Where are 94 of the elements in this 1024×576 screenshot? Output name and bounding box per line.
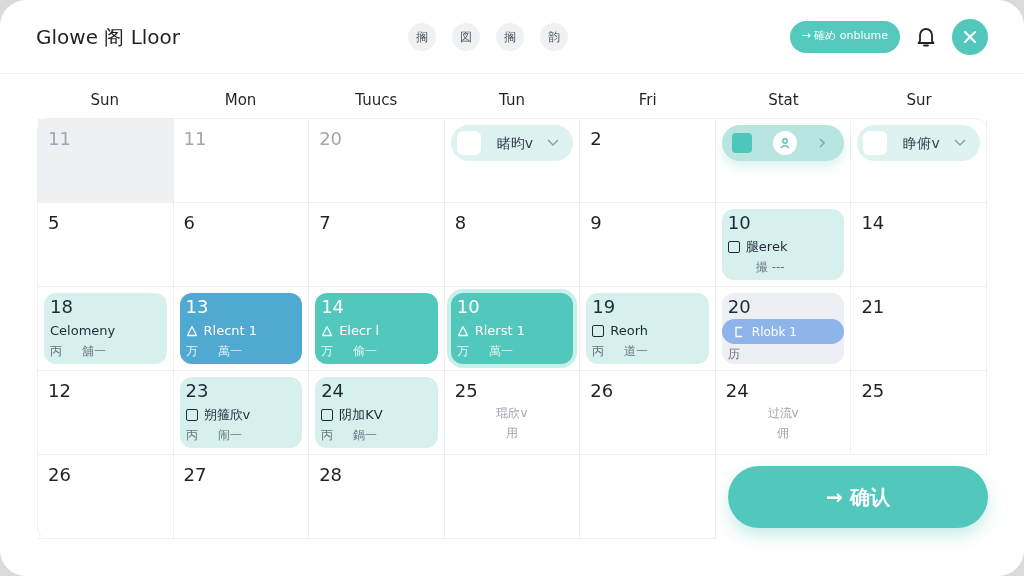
chevron-right-icon [818, 137, 827, 149]
event-title: Rlobk 1 [751, 323, 797, 340]
event-detail: 历 [727, 346, 740, 362]
event-title: Rlecnt 1 [203, 322, 258, 340]
event-title: Reorh [610, 322, 649, 340]
note-text: 用 [506, 425, 518, 441]
swatch-icon [731, 133, 752, 153]
day-number: 11 [183, 128, 207, 149]
event-detail: 万 [456, 342, 469, 359]
app-title: Glowe 阁 Lloor [36, 23, 182, 51]
day-number: 21 [861, 296, 885, 317]
event-detail: 丙 [185, 426, 198, 443]
event-title: 阴加KV [339, 406, 383, 424]
bell-icon[interactable] [916, 25, 936, 48]
event-card[interactable]: 20 Rlobk 1 历 [721, 293, 845, 364]
event-card[interactable]: 18 Celomeny 丙 舖一 [44, 293, 167, 364]
day-number: 23 [185, 379, 210, 403]
day-number: 26 [590, 380, 614, 401]
day-number: 10 [727, 211, 752, 235]
event-detail: 鍋一 [353, 426, 378, 443]
event-title: Elecr l [339, 322, 380, 340]
weekday-label: Sun [89, 89, 121, 111]
event-detail: 闹一 [217, 426, 242, 443]
nav-chip[interactable]: 搁 [496, 22, 524, 51]
triangle-icon [456, 324, 469, 337]
square-icon [592, 324, 605, 337]
day-number: 8 [454, 212, 467, 233]
event-title: 朔箍欣v [203, 406, 251, 424]
square-icon [727, 240, 740, 253]
event-detail: 丙 [50, 342, 62, 359]
day-number: 28 [319, 464, 343, 485]
day-number: 6 [183, 212, 195, 233]
note-text: 佣 [777, 425, 790, 441]
day-number: 14 [861, 212, 885, 233]
square-icon [321, 408, 334, 421]
day-number: 25 [861, 380, 885, 401]
event-detail: 偷一 [353, 342, 378, 359]
event-card[interactable]: 19 Reorh 丙 道一 [586, 293, 709, 364]
day-number: 24 [321, 379, 346, 403]
event-detail: 道一 [624, 342, 649, 359]
close-icon [963, 29, 977, 44]
event-card[interactable]: 10 腿erek 撮 --- [721, 209, 845, 280]
event-title: Rlerst 1 [474, 322, 525, 340]
event-detail: 万 [185, 342, 198, 359]
day-number: 18 [50, 295, 74, 319]
picker-bar[interactable] [721, 125, 845, 161]
avatar-icon [773, 131, 798, 155]
day-number: 19 [592, 295, 617, 319]
bracket-icon [733, 325, 744, 338]
note-text: 琨欣v [496, 405, 528, 421]
day-number: 13 [185, 295, 210, 319]
event-detail: 撮 --- [755, 258, 785, 275]
day-number: 12 [48, 380, 71, 401]
square-icon [185, 408, 198, 421]
day-number: 7 [319, 212, 331, 233]
day-number: 2 [590, 128, 602, 149]
day-number: 14 [321, 295, 346, 319]
day-number: 27 [183, 464, 207, 485]
event-detail: 丙 [321, 426, 334, 443]
triangle-icon [185, 324, 198, 337]
weekday-label: Sur [905, 89, 933, 111]
day-number: 5 [48, 212, 60, 233]
day-number: 11 [48, 128, 71, 149]
day-number: 26 [48, 464, 71, 485]
nav-chip[interactable]: 図 [452, 22, 480, 51]
event-detail: 萬一 [488, 342, 513, 359]
dropdown[interactable]: 睁俯v [857, 125, 980, 161]
event-card[interactable]: 23 朔箍欣v 丙 闹一 [179, 377, 303, 448]
weekday-label: Mon [223, 89, 258, 111]
event-title: Celomeny [50, 322, 116, 340]
chevron-down-icon [954, 139, 966, 147]
dropdown[interactable]: 睹昀v [450, 125, 574, 161]
weekday-label: Tuucs [354, 89, 399, 111]
close-button[interactable] [952, 18, 988, 55]
day-number: 20 [727, 295, 752, 319]
event-detail: 萬一 [217, 342, 242, 359]
day-number: 24 [725, 380, 749, 401]
day-number: 20 [319, 128, 343, 149]
event-detail: 舖一 [82, 342, 106, 359]
triangle-icon [321, 324, 334, 337]
event-detail: 万 [321, 342, 334, 359]
weekday-label: Tun [498, 89, 526, 111]
day-number: 10 [456, 295, 481, 319]
weekday-label: Stat [767, 89, 800, 111]
event-detail: 丙 [592, 342, 605, 359]
day-number: 9 [590, 212, 602, 233]
note-text: 过流v [767, 405, 799, 421]
weekday-label: Fri [637, 89, 658, 111]
day-number: 25 [454, 380, 478, 401]
chevron-down-icon [547, 139, 560, 147]
nav-chip[interactable]: 搁 [408, 22, 436, 51]
nav-chip[interactable]: 韵 [540, 22, 568, 51]
event-title: 腿erek [745, 238, 788, 256]
event-card[interactable]: 24 阴加KV 丙 鍋一 [315, 377, 438, 448]
